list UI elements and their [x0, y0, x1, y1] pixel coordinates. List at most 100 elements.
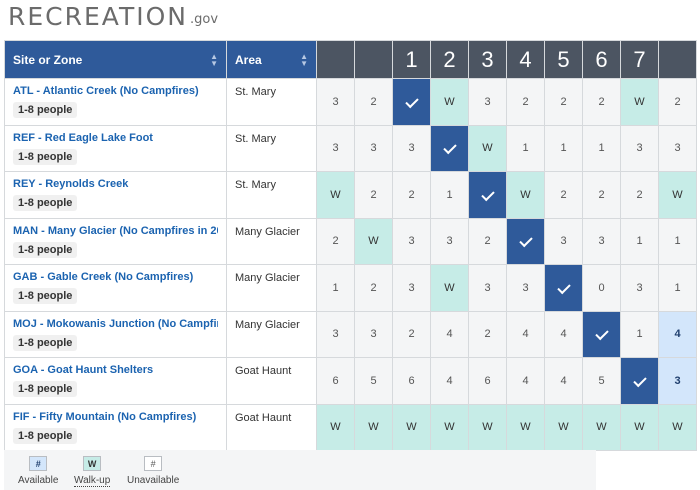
- availability-cell[interactable]: 4: [506, 310, 545, 358]
- walkup-cell[interactable]: W: [620, 403, 659, 451]
- availability-cell[interactable]: 2: [658, 78, 697, 126]
- availability-cell[interactable]: 1: [506, 124, 545, 172]
- availability-cell[interactable]: 1: [544, 124, 583, 172]
- availability-cell[interactable]: 0: [582, 264, 621, 312]
- availability-cell[interactable]: 1: [620, 310, 659, 358]
- walkup-cell[interactable]: W: [354, 403, 393, 451]
- walkup-cell[interactable]: W: [316, 171, 355, 219]
- site-link[interactable]: FIF - Fifty Mountain (No Campfires): [13, 411, 218, 423]
- availability-cell[interactable]: 1: [620, 217, 659, 265]
- availability-cell[interactable]: 3: [506, 264, 545, 312]
- availability-cell[interactable]: 4: [430, 310, 469, 358]
- walkup-cell[interactable]: W: [468, 124, 507, 172]
- availability-cell[interactable]: 3: [620, 124, 659, 172]
- site-link[interactable]: ATL - Atlantic Creek (No Campfires): [13, 85, 218, 97]
- selected-night-cell[interactable]: [468, 171, 507, 219]
- walkup-cell[interactable]: W: [658, 403, 697, 451]
- legend-walkup-label[interactable]: Walk-up: [74, 475, 111, 487]
- availability-cell[interactable]: 1: [658, 217, 697, 265]
- selected-night-cell[interactable]: [582, 310, 621, 358]
- availability-cell[interactable]: 3: [392, 264, 431, 312]
- site-link[interactable]: REY - Reynolds Creek: [13, 178, 218, 190]
- day-header: 6: [582, 40, 621, 79]
- walkup-cell[interactable]: W: [430, 264, 469, 312]
- availability-cell[interactable]: 2: [544, 78, 583, 126]
- availability-cell[interactable]: 2: [354, 78, 393, 126]
- availability-cell[interactable]: 1: [316, 264, 355, 312]
- availability-cell[interactable]: 3: [316, 124, 355, 172]
- site-link[interactable]: MAN - Many Glacier (No Campfires in 2025…: [13, 225, 218, 237]
- availability-cell[interactable]: 3: [354, 310, 393, 358]
- availability-cell[interactable]: 6: [316, 357, 355, 405]
- availability-cell[interactable]: 1: [658, 264, 697, 312]
- availability-cell[interactable]: 3: [468, 264, 507, 312]
- availability-cell[interactable]: 3: [430, 217, 469, 265]
- walkup-cell[interactable]: W: [582, 403, 621, 451]
- walkup-cell[interactable]: W: [430, 78, 469, 126]
- walkup-cell[interactable]: W: [506, 403, 545, 451]
- availability-cell[interactable]: 4: [544, 310, 583, 358]
- site-link[interactable]: GOA - Goat Haunt Shelters: [13, 364, 218, 376]
- availability-cell[interactable]: 5: [354, 357, 393, 405]
- availability-cell[interactable]: 4: [506, 357, 545, 405]
- availability-cell[interactable]: 3: [392, 217, 431, 265]
- selected-night-cell[interactable]: [544, 264, 583, 312]
- availability-cell[interactable]: 3: [620, 264, 659, 312]
- availability-cell[interactable]: 1: [430, 171, 469, 219]
- selected-night-cell[interactable]: [430, 124, 469, 172]
- availability-cell[interactable]: 3: [544, 217, 583, 265]
- checkmark-icon: [632, 373, 647, 387]
- availability-cell[interactable]: 2: [506, 78, 545, 126]
- area-column-header[interactable]: Area ▲ ▼: [226, 40, 317, 79]
- availability-cell[interactable]: 2: [468, 217, 507, 265]
- availability-cell[interactable]: 3: [316, 78, 355, 126]
- site-cell: GOA - Goat Haunt Shelters 1-8 people: [4, 357, 227, 405]
- availability-cell[interactable]: 3: [658, 124, 697, 172]
- walkup-cell[interactable]: W: [620, 78, 659, 126]
- walkup-cell[interactable]: W: [658, 171, 697, 219]
- walkup-cell[interactable]: W: [354, 217, 393, 265]
- selected-night-cell[interactable]: [506, 217, 545, 265]
- availability-cell[interactable]: 4: [658, 310, 697, 358]
- availability-cell[interactable]: 2: [392, 310, 431, 358]
- grid-header-row: Site or Zone ▲ ▼ Area ▲ ▼ 1 2 3 4 5 6 7: [4, 40, 697, 79]
- availability-cell[interactable]: 2: [468, 310, 507, 358]
- availability-cell[interactable]: 2: [316, 217, 355, 265]
- sort-icon[interactable]: ▲ ▼: [210, 52, 218, 67]
- sort-icon[interactable]: ▲ ▼: [300, 52, 308, 67]
- availability-cell[interactable]: 2: [544, 171, 583, 219]
- site-link[interactable]: MOJ - Mokowanis Junction (No Campfires): [13, 318, 218, 330]
- availability-cell[interactable]: 5: [582, 357, 621, 405]
- availability-cell[interactable]: 4: [430, 357, 469, 405]
- availability-cell[interactable]: 2: [354, 264, 393, 312]
- availability-cell[interactable]: 2: [620, 171, 659, 219]
- site-link[interactable]: GAB - Gable Creek (No Campfires): [13, 271, 218, 283]
- availability-cell[interactable]: 6: [468, 357, 507, 405]
- availability-cell[interactable]: 4: [544, 357, 583, 405]
- site-link[interactable]: REF - Red Eagle Lake Foot: [13, 132, 218, 144]
- selected-night-cell[interactable]: [392, 78, 431, 126]
- availability-cell[interactable]: 2: [582, 171, 621, 219]
- walkup-cell[interactable]: W: [506, 171, 545, 219]
- day-header: 5: [544, 40, 583, 79]
- walkup-cell[interactable]: W: [544, 403, 583, 451]
- availability-cell[interactable]: 3: [392, 124, 431, 172]
- availability-cell[interactable]: 3: [582, 217, 621, 265]
- availability-cell[interactable]: 2: [392, 171, 431, 219]
- availability-cell[interactable]: 3: [468, 78, 507, 126]
- availability-cell[interactable]: 3: [354, 124, 393, 172]
- walkup-cell[interactable]: W: [468, 403, 507, 451]
- site-column-header[interactable]: Site or Zone ▲ ▼: [4, 40, 227, 79]
- area-cell: Goat Haunt: [226, 357, 317, 405]
- walkup-cell[interactable]: W: [392, 403, 431, 451]
- recreation-gov-logo[interactable]: RECREATION .gov: [8, 0, 218, 32]
- availability-cell[interactable]: 1: [582, 124, 621, 172]
- walkup-cell[interactable]: W: [430, 403, 469, 451]
- walkup-cell[interactable]: W: [316, 403, 355, 451]
- selected-night-cell[interactable]: [620, 357, 659, 405]
- availability-cell[interactable]: 3: [316, 310, 355, 358]
- availability-cell[interactable]: 2: [354, 171, 393, 219]
- availability-cell[interactable]: 2: [582, 78, 621, 126]
- availability-cell[interactable]: 6: [392, 357, 431, 405]
- availability-cell[interactable]: 3: [658, 357, 697, 405]
